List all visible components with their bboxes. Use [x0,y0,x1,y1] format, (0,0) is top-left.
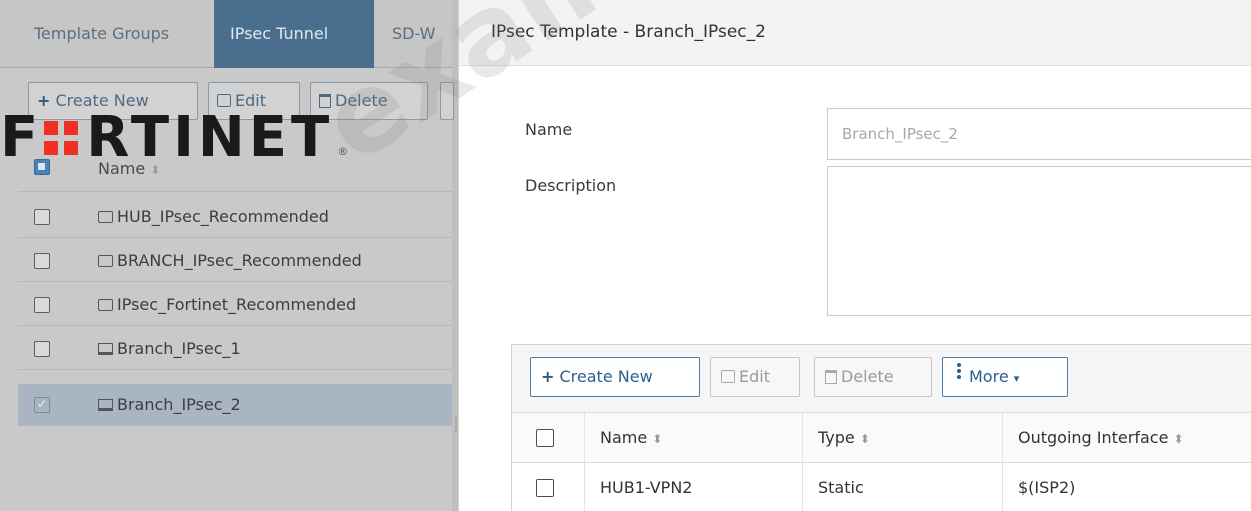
tunnel-table-header: Name ⬍ Type ⬍ Outgoing Interface ⬍ [512,413,1251,463]
sort-icon: ⬍ [1173,432,1184,446]
tunnel-toolbar: + Create New Edit Delete More ▾ [512,345,1251,413]
device-icon [98,399,113,411]
dialog-header: IPsec Template - Branch_IPsec_2 [459,0,1251,66]
row-checkbox[interactable] [34,341,50,357]
left-toolbar-more-button[interactable] [440,82,454,120]
row-outgoing-interface: $(ISP2) [1018,478,1076,497]
plus-icon: + [541,367,555,386]
row-name: HUB_IPsec_Recommended [117,207,329,226]
edit-button[interactable]: Edit [710,357,800,397]
template-icon [98,211,113,223]
row-checkbox[interactable] [34,209,50,225]
more-button[interactable]: More ▾ [942,357,1068,397]
sort-icon: ⬍ [859,432,870,446]
registered-icon: ® [337,145,349,158]
device-icon [98,343,113,355]
row-checkbox[interactable] [536,479,554,497]
row-checkbox[interactable] [34,253,50,269]
tab-ipsec-tunnel[interactable]: IPsec Tunnel [214,0,374,68]
table-row[interactable]: IPsec_Fortinet_Recommended [18,284,452,326]
table-row[interactable]: HUB_IPsec_Recommended [18,196,452,238]
table-row[interactable]: Branch_IPsec_1 [18,328,452,370]
logo-text: F [0,105,43,170]
name-label: Name [525,120,573,139]
ipsec-template-dialog: IPsec Template - Branch_IPsec_2 Name Des… [458,0,1251,511]
create-new-button[interactable]: + Create New [530,357,700,397]
description-label: Description [525,176,617,195]
trash-icon [825,370,837,384]
table-row[interactable]: BRANCH_IPsec_Recommended [18,240,452,282]
sort-icon: ⬍ [652,432,663,446]
chevron-down-icon: ▾ [1013,372,1020,385]
select-all-checkbox[interactable] [536,429,554,447]
template-icon [98,255,113,267]
row-checkbox-checked[interactable]: ✓ [34,397,50,413]
row-name: HUB1-VPN2 [600,478,693,497]
edit-icon [721,370,735,383]
row-checkbox[interactable] [34,297,50,313]
name-field[interactable] [827,108,1251,160]
logo-wordmark: RTINET [86,105,334,170]
tab-sd-wan[interactable]: SD-W [376,0,452,68]
tunnel-table-panel: + Create New Edit Delete More ▾ Name ⬍ T… [511,344,1251,511]
tab-template-groups[interactable]: Template Groups [18,0,185,68]
left-panel: Template Groups IPsec Tunnel SD-W + Crea… [0,0,458,511]
row-type: Static [818,478,864,497]
row-name: BRANCH_IPsec_Recommended [117,251,362,270]
description-field[interactable] [827,166,1251,316]
delete-button[interactable]: Delete [814,357,932,397]
left-delete-label: Delete [335,91,388,110]
column-header-type[interactable]: Type ⬍ [818,413,998,462]
more-label: More [969,367,1009,386]
tab-bar: Template Groups IPsec Tunnel SD-W [0,0,452,68]
fortinet-logo: F RTINET ® [0,105,349,170]
create-new-label: Create New [559,367,653,386]
row-name: Branch_IPsec_2 [117,395,241,414]
table-row[interactable]: HUB1-VPN2 Static $(ISP2) [512,463,1251,511]
column-header-outgoing-interface[interactable]: Outgoing Interface ⬍ [1018,413,1251,462]
template-icon [98,299,113,311]
column-header-name[interactable]: Name ⬍ [600,413,800,462]
edit-label: Edit [739,367,770,386]
logo-squares-icon [44,121,79,155]
row-name: Branch_IPsec_1 [117,339,241,358]
delete-label: Delete [841,367,894,386]
row-name: IPsec_Fortinet_Recommended [117,295,357,314]
table-row-selected[interactable]: ✓ Branch_IPsec_2 [18,384,452,426]
vertical-dots-icon [957,361,961,381]
dialog-title: IPsec Template - Branch_IPsec_2 [491,22,766,42]
